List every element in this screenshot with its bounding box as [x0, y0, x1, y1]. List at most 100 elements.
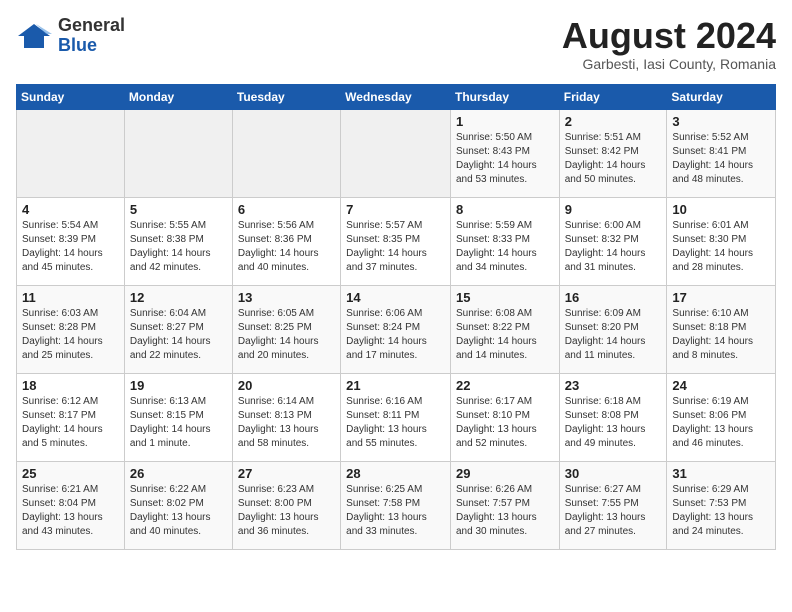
day-number: 24 [672, 378, 770, 393]
calendar-cell: 25 Sunrise: 6:21 AM Sunset: 8:04 PM Dayli… [17, 461, 125, 549]
week-row-3: 11Sunrise: 6:03 AM Sunset: 8:28 PM Dayli… [17, 285, 776, 373]
day-number: 8 [456, 202, 554, 217]
day-number: 1 [456, 114, 554, 129]
page-header: General Blue August 2024 Garbesti, Iasi … [16, 16, 776, 72]
calendar-subtitle: Garbesti, Iasi County, Romania [562, 56, 776, 72]
day-info: Sunrise: 6:26 AM Sunset: 7:57 PM Dayligh… [456, 483, 554, 539]
calendar-cell: 22 Sunrise: 6:17 AM Sunset: 8:10 PM Dayli… [450, 373, 559, 461]
calendar-cell: 28 Sunrise: 6:25 AM Sunset: 7:58 PM Dayli… [341, 461, 451, 549]
calendar-table: SundayMondayTuesdayWednesdayThursdayFrid… [16, 84, 776, 550]
calendar-cell: 7 Sunrise: 5:57 AM Sunset: 8:35 PM Daylig… [341, 197, 451, 285]
day-info: Sunrise: 5:54 AM Sunset: 8:39 PM Dayligh… [22, 219, 119, 275]
day-info: Sunrise: 6:00 AM Sunset: 8:32 PM Dayligh… [565, 219, 662, 275]
calendar-cell [17, 109, 125, 197]
week-row-4: 18 Sunrise: 6:12 AM Sunset: 8:17 PM Dayli… [17, 373, 776, 461]
day-number: 27 [238, 466, 335, 481]
calendar-cell [124, 109, 232, 197]
week-row-1: 1 Sunrise: 5:50 AM Sunset: 8:43 PM Daylig… [17, 109, 776, 197]
calendar-cell: 20 Sunrise: 6:14 AM Sunset: 8:13 PM Dayli… [232, 373, 340, 461]
logo-icon [16, 22, 52, 50]
calendar-cell: 26 Sunrise: 6:22 AM Sunset: 8:02 PM Dayli… [124, 461, 232, 549]
day-number: 28 [346, 466, 445, 481]
day-info: Sunrise: 5:52 AM Sunset: 8:41 PM Dayligh… [672, 131, 770, 187]
calendar-cell: 10Sunrise: 6:01 AM Sunset: 8:30 PM Dayli… [667, 197, 776, 285]
weekday-thursday: Thursday [450, 84, 559, 109]
calendar-cell: 24 Sunrise: 6:19 AM Sunset: 8:06 PM Dayli… [667, 373, 776, 461]
day-number: 25 [22, 466, 119, 481]
day-number: 6 [238, 202, 335, 217]
day-number: 4 [22, 202, 119, 217]
calendar-cell: 29 Sunrise: 6:26 AM Sunset: 7:57 PM Dayli… [450, 461, 559, 549]
day-number: 9 [565, 202, 662, 217]
calendar-cell: 16 Sunrise: 6:09 AM Sunset: 8:20 PM Dayli… [559, 285, 667, 373]
logo: General Blue [16, 16, 125, 56]
weekday-tuesday: Tuesday [232, 84, 340, 109]
day-number: 26 [130, 466, 227, 481]
day-info: Sunrise: 5:57 AM Sunset: 8:35 PM Dayligh… [346, 219, 445, 275]
calendar-cell: 3 Sunrise: 5:52 AM Sunset: 8:41 PM Daylig… [667, 109, 776, 197]
day-info: Sunrise: 5:56 AM Sunset: 8:36 PM Dayligh… [238, 219, 335, 275]
calendar-cell: 6 Sunrise: 5:56 AM Sunset: 8:36 PM Daylig… [232, 197, 340, 285]
weekday-monday: Monday [124, 84, 232, 109]
day-info: Sunrise: 6:10 AM Sunset: 8:18 PM Dayligh… [672, 307, 770, 363]
calendar-cell: 30 Sunrise: 6:27 AM Sunset: 7:55 PM Dayli… [559, 461, 667, 549]
day-info: Sunrise: 6:22 AM Sunset: 8:02 PM Dayligh… [130, 483, 227, 539]
day-number: 16 [565, 290, 662, 305]
calendar-cell: 9 Sunrise: 6:00 AM Sunset: 8:32 PM Daylig… [559, 197, 667, 285]
day-number: 23 [565, 378, 662, 393]
day-info: Sunrise: 6:14 AM Sunset: 8:13 PM Dayligh… [238, 395, 335, 451]
calendar-cell: 2 Sunrise: 5:51 AM Sunset: 8:42 PM Daylig… [559, 109, 667, 197]
calendar-cell [341, 109, 451, 197]
day-number: 30 [565, 466, 662, 481]
day-info: Sunrise: 6:18 AM Sunset: 8:08 PM Dayligh… [565, 395, 662, 451]
day-number: 12 [130, 290, 227, 305]
day-number: 14 [346, 290, 445, 305]
day-info: Sunrise: 6:09 AM Sunset: 8:20 PM Dayligh… [565, 307, 662, 363]
day-info: Sunrise: 6:17 AM Sunset: 8:10 PM Dayligh… [456, 395, 554, 451]
calendar-cell: 27 Sunrise: 6:23 AM Sunset: 8:00 PM Dayli… [232, 461, 340, 549]
day-number: 3 [672, 114, 770, 129]
weekday-wednesday: Wednesday [341, 84, 451, 109]
day-info: Sunrise: 6:08 AM Sunset: 8:22 PM Dayligh… [456, 307, 554, 363]
calendar-title: August 2024 [562, 16, 776, 56]
day-info: Sunrise: 5:51 AM Sunset: 8:42 PM Dayligh… [565, 131, 662, 187]
calendar-cell: 31 Sunrise: 6:29 AM Sunset: 7:53 PM Dayli… [667, 461, 776, 549]
day-info: Sunrise: 5:59 AM Sunset: 8:33 PM Dayligh… [456, 219, 554, 275]
calendar-cell: 4 Sunrise: 5:54 AM Sunset: 8:39 PM Daylig… [17, 197, 125, 285]
day-info: Sunrise: 6:29 AM Sunset: 7:53 PM Dayligh… [672, 483, 770, 539]
title-area: August 2024 Garbesti, Iasi County, Roman… [562, 16, 776, 72]
day-info: Sunrise: 6:25 AM Sunset: 7:58 PM Dayligh… [346, 483, 445, 539]
day-number: 10 [672, 202, 770, 217]
calendar-cell [232, 109, 340, 197]
day-number: 19 [130, 378, 227, 393]
day-info: Sunrise: 5:50 AM Sunset: 8:43 PM Dayligh… [456, 131, 554, 187]
day-info: Sunrise: 6:19 AM Sunset: 8:06 PM Dayligh… [672, 395, 770, 451]
calendar-cell: 21Sunrise: 6:16 AM Sunset: 8:11 PM Dayli… [341, 373, 451, 461]
day-info: Sunrise: 6:16 AM Sunset: 8:11 PM Dayligh… [346, 395, 445, 451]
day-number: 7 [346, 202, 445, 217]
day-info: Sunrise: 6:23 AM Sunset: 8:00 PM Dayligh… [238, 483, 335, 539]
week-row-2: 4 Sunrise: 5:54 AM Sunset: 8:39 PM Daylig… [17, 197, 776, 285]
calendar-cell: 17Sunrise: 6:10 AM Sunset: 8:18 PM Dayli… [667, 285, 776, 373]
day-number: 5 [130, 202, 227, 217]
day-number: 20 [238, 378, 335, 393]
day-info: Sunrise: 6:12 AM Sunset: 8:17 PM Dayligh… [22, 395, 119, 451]
day-number: 22 [456, 378, 554, 393]
day-info: Sunrise: 6:06 AM Sunset: 8:24 PM Dayligh… [346, 307, 445, 363]
day-number: 13 [238, 290, 335, 305]
day-info: Sunrise: 6:05 AM Sunset: 8:25 PM Dayligh… [238, 307, 335, 363]
calendar-cell: 1 Sunrise: 5:50 AM Sunset: 8:43 PM Daylig… [450, 109, 559, 197]
logo-blue-text: Blue [58, 35, 97, 55]
day-info: Sunrise: 6:21 AM Sunset: 8:04 PM Dayligh… [22, 483, 119, 539]
day-number: 31 [672, 466, 770, 481]
day-number: 18 [22, 378, 119, 393]
calendar-cell: 5 Sunrise: 5:55 AM Sunset: 8:38 PM Daylig… [124, 197, 232, 285]
day-info: Sunrise: 6:04 AM Sunset: 8:27 PM Dayligh… [130, 307, 227, 363]
logo-general-text: General [58, 15, 125, 35]
day-info: Sunrise: 6:27 AM Sunset: 7:55 PM Dayligh… [565, 483, 662, 539]
day-info: Sunrise: 5:55 AM Sunset: 8:38 PM Dayligh… [130, 219, 227, 275]
day-number: 2 [565, 114, 662, 129]
weekday-saturday: Saturday [667, 84, 776, 109]
day-number: 29 [456, 466, 554, 481]
day-number: 11 [22, 290, 119, 305]
